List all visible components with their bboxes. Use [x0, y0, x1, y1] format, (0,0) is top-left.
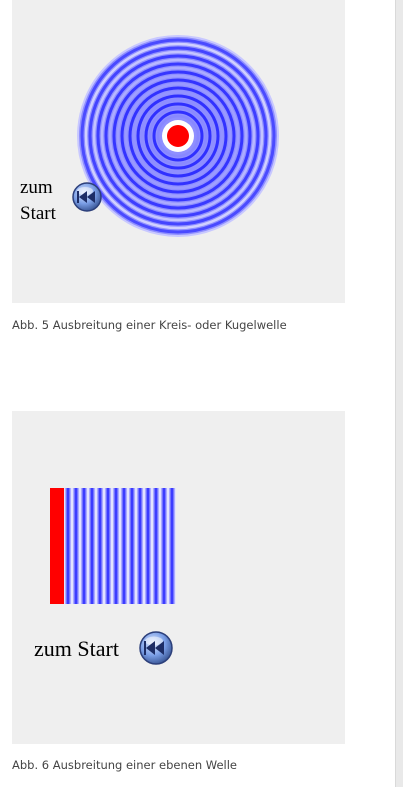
rewind-icon[interactable] [72, 182, 102, 212]
figure-caption: Abb. 5 Ausbreitung einer Kreis- oder Kug… [12, 318, 287, 332]
circular-wave-animation: zum Start [20, 35, 279, 237]
figure-caption: Abb. 6 Ausbreitung einer ebenen Welle [12, 758, 237, 772]
start-label: zum Start [34, 636, 119, 661]
start-button-circular[interactable]: zum Start [20, 177, 102, 224]
rewind-icon[interactable] [139, 631, 173, 665]
start-label-line1: zum [20, 177, 53, 198]
start-label-line2: Start [20, 203, 57, 224]
plane-wave-fronts [64, 488, 176, 604]
wave-source-bar [50, 488, 64, 604]
start-button-plane[interactable]: zum Start [34, 631, 173, 665]
plane-wave-animation: zum Start [34, 488, 176, 665]
wave-source-point [167, 125, 189, 147]
sidebar-edge [395, 0, 403, 787]
figure-circular-wave: zum Start [12, 0, 345, 303]
figure-plane-wave: zum Start [12, 411, 345, 744]
